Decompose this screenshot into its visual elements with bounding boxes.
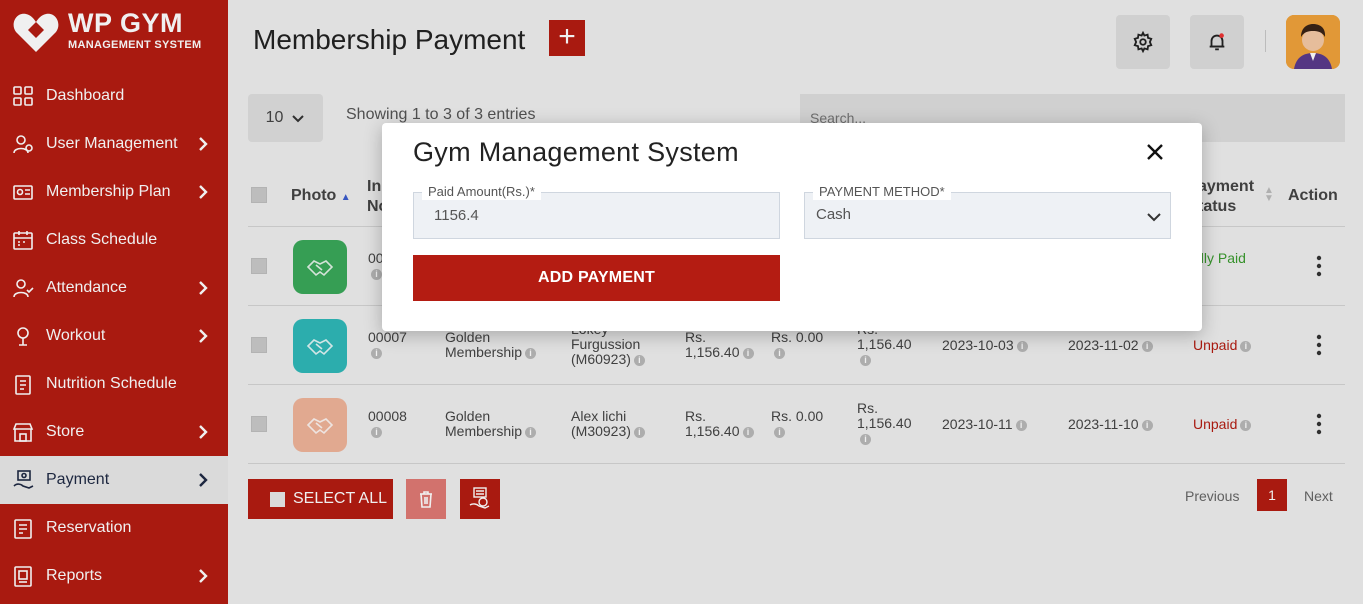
payment-modal: Gym Management System Paid Amount(Rs.)* … bbox=[382, 123, 1202, 331]
modal-title: Gym Management System bbox=[413, 137, 739, 167]
chevron-down-icon bbox=[1147, 213, 1161, 222]
payment-method-select[interactable]: PAYMENT METHOD* Cash bbox=[804, 184, 1171, 239]
paid-amount-field[interactable]: Paid Amount(Rs.)* 1156.4 bbox=[413, 184, 780, 239]
paid-amount-label: Paid Amount(Rs.)* bbox=[422, 184, 541, 200]
paid-amount-value: 1156.4 bbox=[434, 207, 479, 224]
add-payment-button[interactable]: ADD PAYMENT bbox=[413, 255, 780, 301]
close-icon[interactable] bbox=[1144, 141, 1166, 163]
payment-method-value: Cash bbox=[816, 206, 852, 223]
payment-method-label: PAYMENT METHOD* bbox=[813, 184, 951, 200]
